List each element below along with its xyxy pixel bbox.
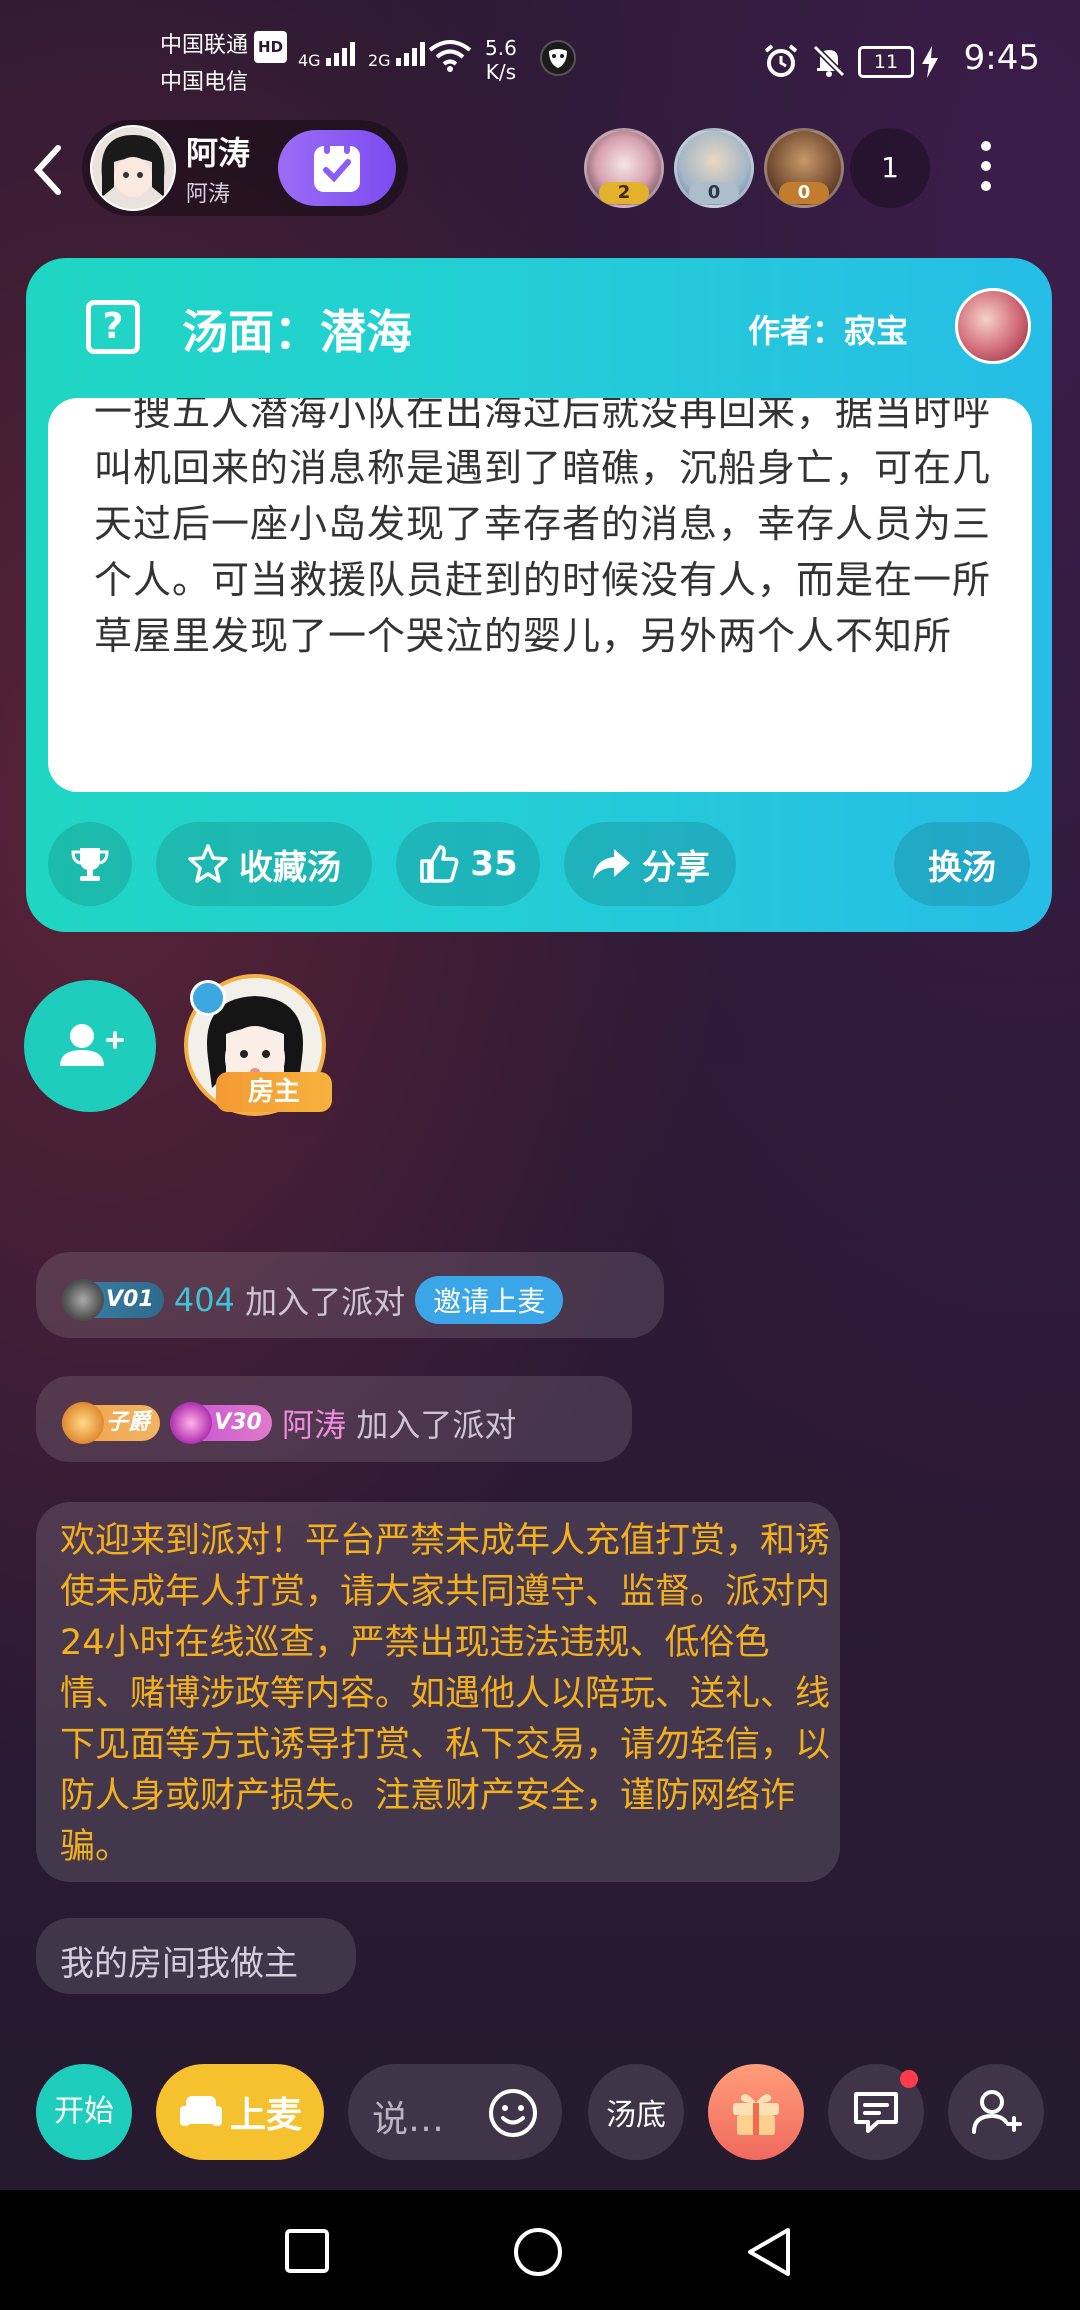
vip-badge: V30 bbox=[170, 1402, 272, 1444]
level-medal-icon bbox=[62, 1279, 104, 1321]
clock: 9:45 bbox=[963, 38, 1040, 78]
go-on-mic-button[interactable]: 上麦 bbox=[156, 2064, 324, 2160]
soup-answer-button[interactable]: 汤底 bbox=[588, 2064, 684, 2160]
owner-avatar[interactable] bbox=[90, 125, 176, 211]
emoji-icon[interactable] bbox=[486, 2086, 540, 2140]
chat-join-message-2: 子爵 V30 阿涛 加入了派对 bbox=[36, 1376, 632, 1462]
trophy-icon bbox=[71, 848, 109, 881]
alarm-icon bbox=[762, 42, 800, 84]
unread-dot bbox=[900, 2070, 918, 2088]
gift-icon bbox=[733, 2094, 779, 2135]
chevron-left-icon bbox=[33, 145, 61, 195]
chat-input-placeholder: 说… bbox=[372, 2099, 445, 2140]
carrier-primary: 中国联通 HD bbox=[160, 30, 288, 63]
invite-seat-button[interactable] bbox=[24, 980, 156, 1112]
story-panel[interactable]: 一搜五人潜海小队在出海过后就没再回来，据当时呼叫机回来的消息称是遇到了暗礁，沉船… bbox=[48, 398, 1032, 792]
star-icon bbox=[188, 844, 228, 883]
back-triangle-icon[interactable] bbox=[744, 2226, 794, 2278]
sofa-icon bbox=[179, 2096, 222, 2126]
chat-join-message-1: V01 404 加入了派对 邀请上麦 bbox=[36, 1252, 664, 1338]
share-arrow-icon bbox=[593, 849, 630, 879]
charging-icon bbox=[920, 46, 940, 82]
signal-group-1: 4G bbox=[298, 40, 355, 70]
thumbs-up-icon bbox=[420, 845, 459, 883]
signal-icon bbox=[395, 40, 425, 66]
more-menu-icon[interactable] bbox=[968, 135, 1004, 205]
author-avatar[interactable] bbox=[955, 288, 1031, 364]
gift-button[interactable] bbox=[708, 2064, 804, 2160]
noble-title: 子爵 bbox=[106, 1410, 151, 1435]
author-label: 作者：寂宝 bbox=[748, 312, 909, 350]
speed-value: 5.6 bbox=[485, 36, 517, 60]
network-type-1: 4G bbox=[298, 51, 321, 70]
network-speed: 5.6 K/s bbox=[485, 36, 517, 84]
rank-badge-2: 0 bbox=[689, 182, 739, 204]
change-soup-label: 换汤 bbox=[928, 847, 996, 888]
system-notice-text: 欢迎来到派对！平台严禁未成年人充值打赏，和诱使未成年人打赏，请大家共同遵守、监督… bbox=[60, 1521, 831, 1867]
audience-count[interactable]: 1 bbox=[850, 128, 930, 208]
chat-text: 我的房间我做主 bbox=[60, 1944, 298, 1984]
owner-name: 阿涛 bbox=[186, 134, 251, 172]
add-person-icon bbox=[972, 2090, 1022, 2134]
like-count: 35 bbox=[470, 844, 518, 884]
rank-badge-3: 0 bbox=[779, 182, 829, 204]
favorite-label: 收藏汤 bbox=[239, 847, 341, 888]
crown-medal-icon bbox=[62, 1402, 104, 1444]
wifi-icon bbox=[428, 38, 472, 76]
signal-group-2: 2G bbox=[368, 40, 425, 70]
battery-icon: 11 bbox=[858, 46, 914, 78]
carrier-name-2: 中国电信 bbox=[160, 70, 249, 95]
share-label: 分享 bbox=[642, 847, 710, 888]
chat-input[interactable]: 说… bbox=[348, 2064, 562, 2160]
start-game-button[interactable]: 开始 bbox=[36, 2064, 132, 2160]
calendar-check-icon bbox=[314, 144, 360, 192]
invite-friend-button[interactable] bbox=[948, 2064, 1044, 2160]
home-circle-icon[interactable] bbox=[512, 2226, 564, 2278]
vip-level: V01 bbox=[106, 1287, 154, 1312]
vip-level: V30 bbox=[214, 1410, 262, 1435]
vip-badge: V01 bbox=[62, 1279, 164, 1321]
like-button[interactable]: 35 bbox=[396, 822, 540, 906]
share-button[interactable]: 分享 bbox=[564, 822, 736, 906]
noble-badge: 子爵 bbox=[62, 1402, 161, 1444]
speed-unit: K/s bbox=[485, 60, 517, 84]
invite-mic-button[interactable]: 邀请上麦 bbox=[415, 1276, 564, 1324]
level-medal-icon bbox=[170, 1402, 213, 1444]
mask-app-icon bbox=[540, 40, 576, 76]
chat-text: 加入了派对 bbox=[245, 1283, 406, 1321]
add-user-icon bbox=[60, 1024, 124, 1066]
soup-title: 汤面：潜海 bbox=[182, 305, 412, 359]
story-text: 一搜五人潜海小队在出海过后就没再回来，据当时呼叫机回来的消息称是遇到了暗礁，沉船… bbox=[94, 398, 992, 658]
soup-answer-label: 汤底 bbox=[606, 2098, 666, 2133]
network-type-2: 2G bbox=[368, 51, 391, 70]
question-icon: ? bbox=[86, 300, 140, 354]
hd-tag: HD bbox=[254, 31, 288, 63]
change-soup-button[interactable]: 换汤 bbox=[894, 822, 1030, 906]
signal-icon bbox=[325, 40, 355, 66]
status-bar: 中国联通 HD 4G 2G 中国电信 5.6 K/s 11 9:45 bbox=[0, 0, 1080, 120]
system-notice: 欢迎来到派对！平台严禁未成年人充值打赏，和诱使未成年人打赏，请大家共同遵守、监督… bbox=[36, 1502, 840, 1882]
recents-square-icon[interactable] bbox=[284, 2228, 330, 2274]
chat-room-message: 我的房间我做主 bbox=[36, 1918, 356, 1994]
trophy-button[interactable] bbox=[48, 822, 132, 906]
host-tag: 房主 bbox=[216, 1072, 332, 1112]
mute-icon bbox=[810, 42, 848, 84]
chat-text: 加入了派对 bbox=[356, 1406, 517, 1444]
battery-level: 11 bbox=[873, 51, 899, 73]
chat-username[interactable]: 404 bbox=[174, 1281, 235, 1319]
system-nav-bar bbox=[0, 2190, 1080, 2310]
owner-subtitle: 阿涛 bbox=[186, 182, 231, 207]
camera-badge-icon bbox=[190, 980, 226, 1016]
story-fade bbox=[48, 658, 1032, 792]
carrier-name-1: 中国联通 bbox=[160, 33, 249, 58]
go-on-mic-label: 上麦 bbox=[229, 2095, 302, 2136]
favorite-button[interactable]: 收藏汤 bbox=[156, 822, 372, 906]
chat-bubble-icon bbox=[854, 2092, 898, 2133]
chat-username[interactable]: 阿涛 bbox=[282, 1406, 346, 1444]
back-button[interactable] bbox=[24, 140, 76, 200]
rank-badge-1: 2 bbox=[599, 182, 649, 204]
